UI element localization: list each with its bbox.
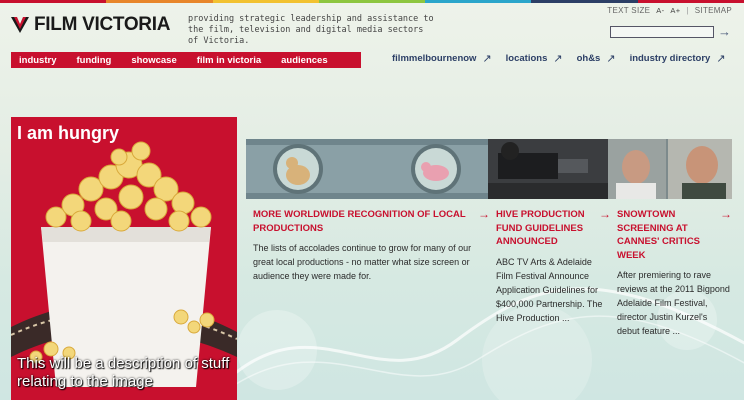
top-color-stripe [0, 0, 744, 3]
feature-title: I am hungry [17, 123, 120, 143]
text-size-increase-button[interactable]: A+ [670, 6, 680, 15]
story-image-camera[interactable] [488, 139, 608, 199]
story-image-dogs[interactable] [246, 139, 488, 199]
feature-caption: This will be a description of stuff rela… [17, 355, 230, 390]
utility-separator: | [686, 6, 689, 15]
text-size-decrease-button[interactable]: A- [656, 6, 664, 15]
story-summary: The lists of accolades continue to grow … [253, 243, 472, 281]
story-card-hive[interactable]: HIVE PRODUCTION FUND GUIDELINES ANNOUNCE… [496, 208, 611, 325]
main-nav: industry funding showcase film in victor… [11, 52, 361, 68]
tagline: providing strategic leadership and assis… [188, 14, 434, 46]
utility-bar: TEXT SIZE A- A+ | SITEMAP [607, 6, 732, 15]
cartoon-portholes-image [246, 139, 488, 199]
quick-link-ohs[interactable]: oh&s ↗ [577, 52, 616, 65]
arrow-up-right-icon: ↗ [553, 53, 563, 65]
search-submit-icon[interactable]: → [718, 25, 732, 39]
quick-link-locations[interactable]: locations ↗ [506, 52, 563, 65]
arrow-right-icon[interactable]: → [599, 208, 611, 220]
nav-item-film-in-victoria[interactable]: film in victoria [197, 55, 261, 66]
text-size-label: TEXT SIZE [607, 6, 651, 15]
film-victoria-logo[interactable]: FILM VICTORIA [11, 14, 170, 36]
quick-link-label: oh&s [576, 53, 601, 64]
nav-item-showcase[interactable]: showcase [131, 55, 176, 66]
quick-link-label: filmmelbournenow [392, 53, 477, 64]
quick-link-industry-directory[interactable]: industry directory ↗ [630, 52, 726, 65]
sitemap-link[interactable]: SITEMAP [695, 6, 732, 15]
film-camera-image [488, 139, 608, 199]
arrow-up-right-icon: ↗ [606, 53, 616, 65]
search-input[interactable] [610, 26, 714, 38]
story-summary: After premiering to rave reviews at the … [617, 270, 730, 336]
film-stills-portraits-image [608, 139, 732, 199]
quick-link-filmmelbournenow[interactable]: filmmelbournenow ↗ [392, 52, 492, 65]
arrow-right-icon[interactable]: → [478, 208, 490, 220]
nav-item-audiences[interactable]: audiences [281, 55, 327, 66]
nav-item-industry[interactable]: industry [19, 55, 56, 66]
arrow-right-icon[interactable]: → [720, 208, 732, 220]
arrow-up-right-icon: ↗ [482, 53, 492, 65]
story-title[interactable]: SNOWTOWN SCREENING AT CANNES' CRITICS WE… [617, 208, 716, 262]
logo-text: FILM VICTORIA [34, 14, 171, 35]
story-image-portraits[interactable] [608, 139, 732, 199]
quick-link-label: locations [505, 53, 548, 64]
quick-link-label: industry directory [629, 53, 711, 64]
story-title[interactable]: MORE WORLDWIDE RECOGNITION OF LOCAL PROD… [253, 208, 474, 235]
story-summary: ABC TV Arts & Adelaide Film Festival Ann… [496, 256, 603, 323]
feature-panel[interactable]: I am hungry This will be a description o… [11, 117, 237, 400]
quick-links: filmmelbournenow ↗ locations ↗ oh&s ↗ in… [392, 52, 740, 65]
story-card-worldwide[interactable]: MORE WORLDWIDE RECOGNITION OF LOCAL PROD… [253, 208, 490, 283]
story-title[interactable]: HIVE PRODUCTION FUND GUIDELINES ANNOUNCE… [496, 208, 595, 249]
story-card-snowtown[interactable]: SNOWTOWN SCREENING AT CANNES' CRITICS WE… [617, 208, 732, 338]
arrow-up-right-icon: ↗ [716, 53, 726, 65]
logo-mark-icon [11, 17, 29, 33]
nav-item-funding[interactable]: funding [76, 55, 111, 66]
